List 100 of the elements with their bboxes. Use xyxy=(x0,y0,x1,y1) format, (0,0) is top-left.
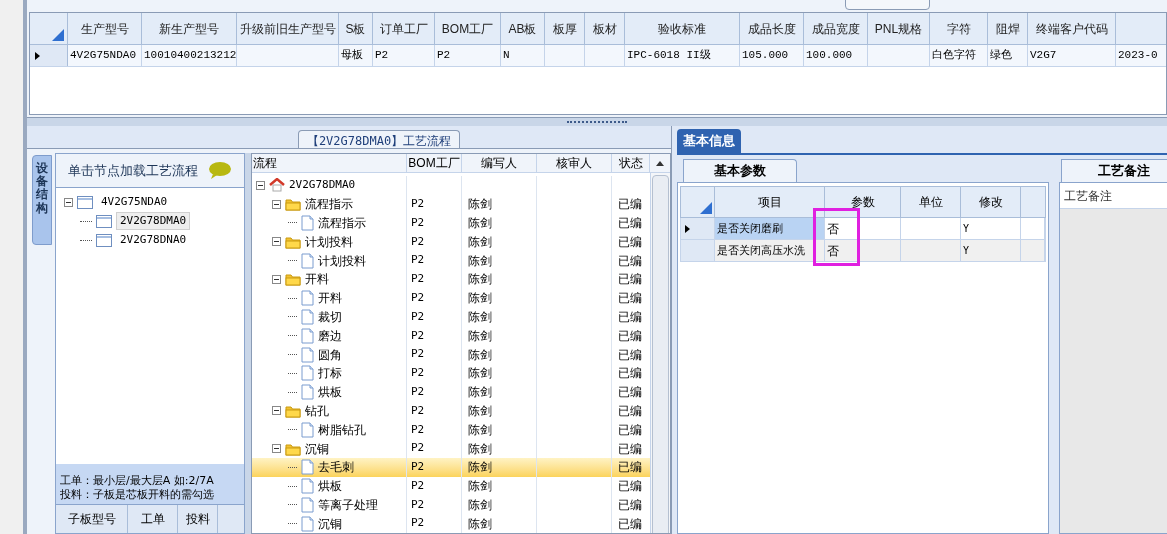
tree-row[interactable]: 磨边 P2 陈剑 已编 xyxy=(252,326,650,346)
column-header[interactable]: BOM工厂 xyxy=(435,13,501,44)
tree-row[interactable]: 烘板 P2 陈剑 已编 xyxy=(252,382,650,402)
folder-icon xyxy=(285,403,301,418)
column-header[interactable]: 项目 xyxy=(715,187,825,217)
home-icon xyxy=(269,178,285,193)
tree-row[interactable]: 流程指示 P2 陈剑 已编 xyxy=(252,194,650,214)
table-cell-text: 已编 xyxy=(618,327,642,345)
tree-row[interactable]: 2V2G78DMA0 xyxy=(252,176,650,195)
tree-row[interactable]: 去毛刺 P2 陈剑 已编 xyxy=(252,457,650,477)
column-header[interactable]: 修改 xyxy=(961,187,1021,217)
collapse-icon[interactable] xyxy=(64,197,73,207)
table-row[interactable]: 4V2G75NDA0 10010400213212 母板 P2 P2 N IPC-6018 II级 105.000 100.000 白色字符 绿色 V2G7 2023-0 xyxy=(30,45,1166,67)
column-header[interactable]: 板材 xyxy=(585,13,625,44)
column-header[interactable]: 状态 xyxy=(612,154,650,172)
column-header[interactable]: 阻焊 xyxy=(988,13,1028,44)
column-header[interactable]: 验收标准 xyxy=(625,13,740,44)
tree-row[interactable]: 树脂钻孔 P2 陈剑 已编 xyxy=(252,420,650,440)
side-tab[interactable]: 设备结构 xyxy=(32,155,52,245)
column-header[interactable]: S板 xyxy=(339,13,373,44)
document-icon xyxy=(301,459,314,476)
column-header[interactable]: 参数 xyxy=(825,187,901,217)
table-cell-text: 陈剑 xyxy=(468,421,492,439)
collapse-icon[interactable] xyxy=(272,444,281,454)
tree-row[interactable]: 计划投料 P2 陈剑 已编 xyxy=(252,251,650,270)
table-cell-text: Y xyxy=(963,244,970,258)
tree-row[interactable]: 打标 P2 陈剑 已编 xyxy=(252,363,650,383)
table-cell-text: 已编 xyxy=(618,515,642,533)
tree-row[interactable]: 流程指示 P2 陈剑 已编 xyxy=(252,213,650,233)
column-header[interactable]: 核审人 xyxy=(537,154,612,172)
column-header[interactable]: 单位 xyxy=(901,187,961,217)
document-icon xyxy=(301,252,314,269)
table-cell: P2 xyxy=(411,252,425,269)
table-cell-text: 已编 xyxy=(618,384,642,402)
note-text: 投料：子板是芯板开料的需勾选 xyxy=(60,488,215,502)
column-header[interactable]: 编写人 xyxy=(462,154,537,172)
table-cell-text: 陈剑 xyxy=(468,478,492,496)
document-icon xyxy=(301,365,314,382)
column-header[interactable]: 成品长度 xyxy=(740,13,804,44)
column-header[interactable]: 投料 xyxy=(178,505,218,533)
tree-row[interactable]: 沉铜 P2 陈剑 已编 xyxy=(252,439,650,458)
tab[interactable]: 工艺备注 xyxy=(1061,159,1167,182)
splitter-grip[interactable] xyxy=(567,120,627,124)
column-header[interactable]: 板厚 xyxy=(545,13,585,44)
tree-row[interactable]: 圆角 P2 陈剑 已编 xyxy=(252,345,650,364)
column-header[interactable]: 子板型号 xyxy=(56,505,128,533)
table-cell-text: Y xyxy=(963,222,970,236)
column-header[interactable]: 成品宽度 xyxy=(804,13,868,44)
tree-node[interactable]: 2V2G78DNA0 xyxy=(116,230,191,250)
tree-row[interactable]: 裁切 P2 陈剑 已编 xyxy=(252,307,650,327)
collapse-icon[interactable] xyxy=(256,180,265,190)
collapse-icon[interactable] xyxy=(272,406,281,416)
table-cell-text: 已编 xyxy=(618,252,642,270)
column-header[interactable]: 生产型号 xyxy=(68,13,142,44)
tab[interactable]: 基本信息 xyxy=(677,129,741,153)
table-cell-text: 已编 xyxy=(618,308,642,326)
tree-node[interactable]: 2V2G78DMA0 xyxy=(116,211,191,231)
column-header[interactable]: PNL规格 xyxy=(868,13,930,44)
tree-row[interactable]: 烘板 P2 陈剑 已编 xyxy=(252,476,650,496)
window-icon xyxy=(77,195,93,209)
folder-icon xyxy=(285,197,301,212)
tree-row[interactable]: 计划投料 P2 陈剑 已编 xyxy=(252,232,650,252)
collapse-icon[interactable] xyxy=(272,237,281,247)
table-row[interactable]: 是否关闭磨刷 否 Y xyxy=(680,218,1046,240)
tree-row[interactable]: 等离子处理 P2 陈剑 已编 xyxy=(252,495,650,515)
tree-row[interactable]: 开料 P2 陈剑 已编 xyxy=(252,270,650,289)
column-header[interactable]: 终端客户代码 xyxy=(1028,13,1116,44)
tree-row[interactable]: 开料 P2 陈剑 已编 xyxy=(252,288,650,308)
tree-label: 钻孔 xyxy=(305,402,329,420)
table-cell: P2 xyxy=(411,515,425,532)
tree-label: 磨边 xyxy=(318,327,342,345)
tree-label: 开料 xyxy=(305,271,329,289)
tree-label: 2V2G78DMA0 xyxy=(289,177,356,194)
tab[interactable]: 基本参数 xyxy=(683,159,797,182)
column-header[interactable]: 流程 xyxy=(252,154,407,172)
column-header[interactable]: 字符 xyxy=(930,13,988,44)
table-cell-text: P2 xyxy=(411,214,425,231)
tree-label: 沉铜 xyxy=(305,440,329,458)
collapse-icon[interactable] xyxy=(272,274,281,284)
column-header[interactable]: AB板 xyxy=(501,13,545,44)
table-cell-text: 陈剑 xyxy=(468,440,492,458)
column-header[interactable]: 工单 xyxy=(128,505,178,533)
table-cell-text: P2 xyxy=(411,195,425,212)
window-icon xyxy=(96,233,112,247)
tree-label: 流程指示 xyxy=(305,196,353,214)
tree-node[interactable]: 4V2G75NDA0 xyxy=(97,192,172,212)
table-cell-text: P2 xyxy=(411,477,425,494)
column-header[interactable]: 新生产型号 xyxy=(142,13,237,44)
column-header[interactable]: 升级前旧生产型号 xyxy=(237,13,339,44)
column-header[interactable]: 订单工厂 xyxy=(373,13,435,44)
table-row[interactable]: 是否关闭高压水洗 否 Y xyxy=(680,240,1046,262)
tree-label: 圆角 xyxy=(318,346,342,364)
table-cell-text: 否 xyxy=(827,242,839,260)
tree-label: 树脂钻孔 xyxy=(318,421,366,439)
collapse-icon[interactable] xyxy=(272,199,281,209)
table-cell-text: 白色字符 xyxy=(932,48,976,64)
column-header[interactable]: BOM工厂 xyxy=(407,154,462,172)
tree-row[interactable]: 钻孔 P2 陈剑 已编 xyxy=(252,401,650,421)
tree-row[interactable]: 沉铜 P2 陈剑 已编 xyxy=(252,514,650,533)
tree-label: 打标 xyxy=(318,365,342,383)
